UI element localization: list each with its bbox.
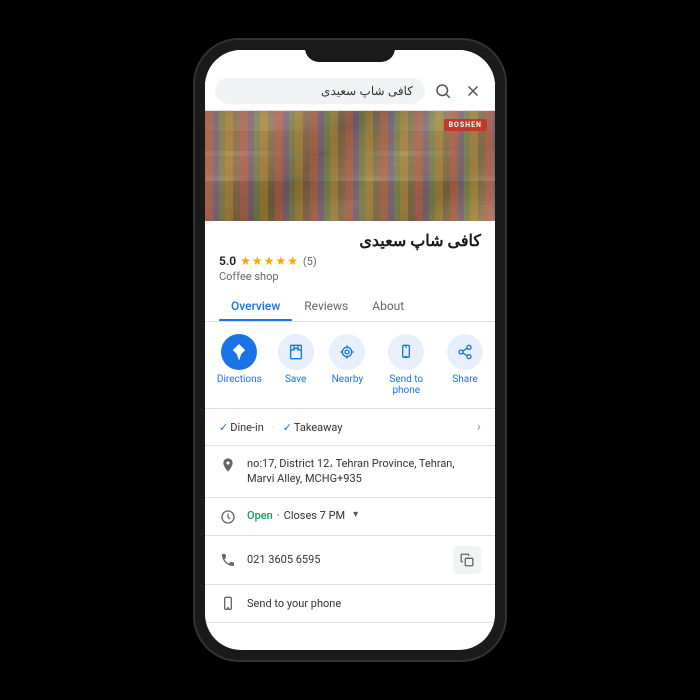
send-to-phone-content: Send to your phone (247, 596, 481, 611)
phone-row: 021 3605 6595 (205, 536, 495, 585)
hours-dropdown-icon: ▾ (353, 508, 358, 522)
save-icon (278, 334, 314, 370)
send-to-phone-label: Send to phone (381, 374, 431, 396)
clock-icon (219, 509, 237, 525)
address-text: no:17, District 12، Tehran Province, Teh… (247, 457, 455, 485)
tab-overview[interactable]: Overview (219, 291, 292, 321)
tab-about[interactable]: About (360, 291, 416, 321)
hours-separator: · (277, 508, 280, 523)
features-list: ✓ Dine-in · ✓ Takeaway (219, 421, 477, 434)
hours-content: Open · Closes 7 PM ▾ (247, 508, 481, 523)
place-name: کافی شاپ سعیدی (219, 231, 481, 250)
share-icon (447, 334, 483, 370)
send-to-phone-button[interactable]: Send to phone (381, 334, 431, 396)
location-icon (219, 457, 237, 473)
dine-in-feature: ✓ Dine-in (219, 421, 264, 434)
nearby-icon (329, 334, 365, 370)
directions-icon (221, 334, 257, 370)
close-time: Closes 7 PM (284, 508, 345, 523)
open-status: Open (247, 508, 273, 523)
directions-label: Directions (217, 374, 262, 385)
send-to-phone-icon (388, 334, 424, 370)
rating-number: 5.0 (219, 254, 236, 268)
hours-row[interactable]: Open · Closes 7 PM ▾ (205, 498, 495, 536)
search-bar (205, 72, 495, 111)
phone-content: 021 3605 6595 (247, 552, 443, 567)
copy-phone-button[interactable] (453, 546, 481, 574)
dine-in-label: Dine-in (230, 421, 264, 434)
phone-screen: BOSHEN کافی شاپ سعیدی 5.0 ★★★★★ (5) Coff… (205, 50, 495, 650)
tab-reviews[interactable]: Reviews (292, 291, 360, 321)
takeaway-label: Takeaway (294, 421, 343, 434)
search-button[interactable] (431, 79, 455, 103)
stars: ★★★★★ (240, 254, 299, 268)
place-info: کافی شاپ سعیدی 5.0 ★★★★★ (5) Coffee shop (205, 221, 495, 283)
review-count: (5) (303, 255, 317, 268)
send-to-phone-row[interactable]: Send to your phone (205, 585, 495, 623)
main-content: BOSHEN کافی شاپ سعیدی 5.0 ★★★★★ (5) Coff… (205, 111, 495, 650)
close-button[interactable] (461, 79, 485, 103)
notch (305, 40, 395, 62)
search-input[interactable] (215, 78, 425, 104)
features-row[interactable]: ✓ Dine-in · ✓ Takeaway › (205, 409, 495, 446)
phone-frame: BOSHEN کافی شاپ سعیدی 5.0 ★★★★★ (5) Coff… (195, 40, 505, 660)
phone-number: 021 3605 6595 (247, 553, 320, 566)
takeaway-feature: ✓ Takeaway (283, 421, 343, 434)
save-button[interactable]: Save (278, 334, 314, 396)
chevron-right-icon: › (477, 419, 481, 435)
save-label: Save (285, 374, 306, 385)
share-label: Share (452, 374, 477, 385)
address-row: no:17, District 12، Tehran Province, Teh… (205, 446, 495, 498)
actions-bar: Directions Save (205, 322, 495, 409)
rating-row: 5.0 ★★★★★ (5) (219, 254, 481, 268)
send-phone-icon (219, 596, 237, 612)
directions-button[interactable]: Directions (217, 334, 262, 396)
share-button[interactable]: Share (447, 334, 483, 396)
boshen-sign: BOSHEN (444, 119, 487, 131)
tabs: Overview Reviews About (205, 291, 495, 322)
place-image: BOSHEN (205, 111, 495, 221)
phone-icon (219, 552, 237, 568)
nearby-button[interactable]: Nearby (329, 334, 365, 396)
send-to-phone-text: Send to your phone (247, 597, 341, 610)
nearby-label: Nearby (332, 374, 364, 385)
address-content: no:17, District 12، Tehran Province, Teh… (247, 456, 481, 487)
place-type: Coffee shop (219, 270, 481, 283)
